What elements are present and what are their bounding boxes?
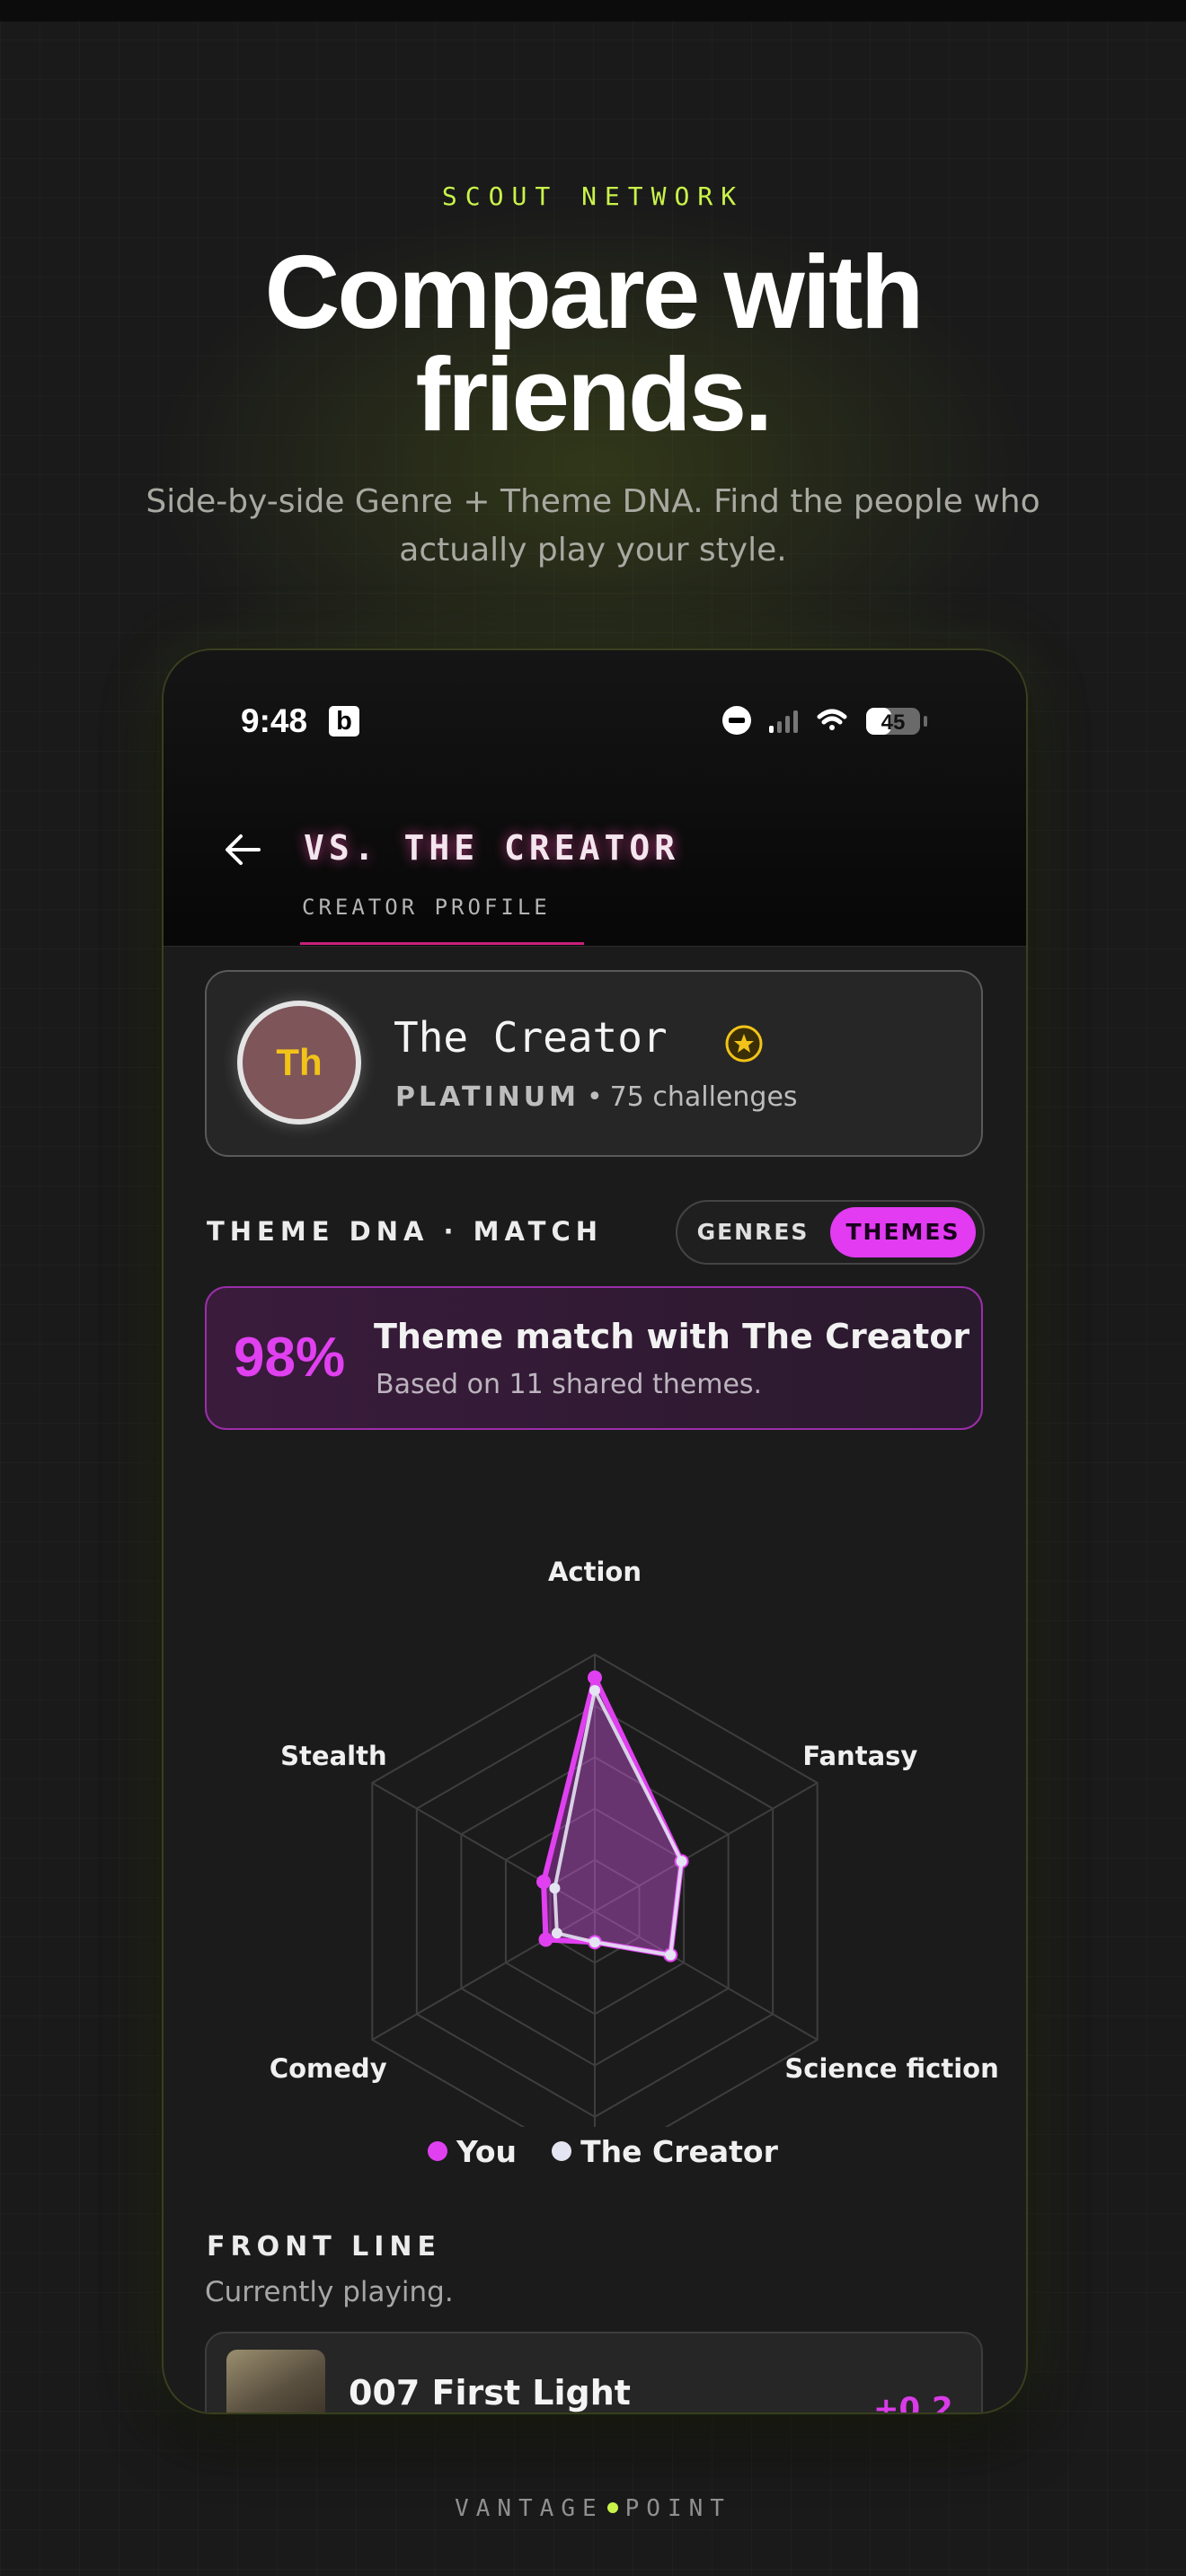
axis-label-science-fiction: Science fiction [784,2053,998,2084]
avatar: Th [237,1001,361,1125]
front-line-label: FRONT LINE [207,2231,441,2263]
brand-word-left: VANTAGE [455,2495,604,2522]
creator-profile-card: Th The Creator PLATINUM • 75 challenges [205,970,983,1157]
axis-label-action: Action [548,1557,642,1587]
promo-headline: Compare with friends. [0,240,1186,446]
data-point-the-creator-comedy [551,1928,562,1939]
data-point-the-creator-action [589,1685,600,1697]
app-header: 9:48 b 45 VS. THE CREATOR CREATOR PROFIL… [164,650,1026,947]
headline-line-1: Compare with [264,234,925,350]
match-subtitle: Based on 11 shared themes. [376,1369,763,1400]
legend-label-you: You [456,2134,518,2169]
match-percent: 98% [234,1327,346,1389]
meta-separator: • [586,1081,603,1113]
status-time: 9:48 [241,702,308,739]
signal-icon [769,710,798,733]
back-arrow-icon[interactable] [219,826,266,873]
chart-legend: You The Creator [428,2134,809,2174]
legend-label-creator: The Creator [580,2134,778,2169]
toggle-themes[interactable]: THEMES [830,1207,976,1257]
tab-creator-profile[interactable]: CREATOR PROFILE [302,895,551,920]
match-summary-card: 98% Theme match with The Creator Based o… [205,1286,983,1430]
active-tab-indicator [300,942,584,945]
header-divider [164,946,1026,947]
brand-dot [606,2502,618,2513]
profile-challenges: 75 challenges [609,1081,798,1113]
legend-item-you: You [428,2134,517,2169]
data-point-the-creator-fantasy [676,1856,687,1867]
theme-dna-label: THEME DNA · MATCH [207,1216,604,1247]
status-app-badge: b [329,706,359,737]
legend-item-creator: The Creator [552,2134,778,2169]
genre-theme-toggle: GENRES THEMES [676,1200,985,1265]
axis-label-fantasy: Fantasy [802,1741,917,1771]
phone-frame: 9:48 b 45 VS. THE CREATOR CREATOR PROFIL… [162,648,1028,2414]
data-point-you-stealth [536,1875,552,1890]
promo-eyebrow: SCOUT NETWORK [441,181,745,211]
brand-word-right: POINT [624,2495,731,2522]
profile-meta: PLATINUM • 75 challenges [395,1081,798,1113]
axis-label-stealth: Stealth [280,1741,386,1771]
legend-swatch-creator [552,2140,572,2161]
profile-name: The Creator [394,1013,668,1062]
data-point-the-creator-stealth [549,1883,561,1894]
do-not-disturb-icon [722,706,751,735]
game-title: 007 First Light [349,2373,631,2413]
data-point-the-creator-horror [589,1936,600,1948]
front-line-subtitle: Currently playing. [205,2276,454,2308]
game-card[interactable]: 007 First Light +0.2 [205,2332,983,2414]
data-point-you-comedy [538,1932,553,1947]
status-icons: 45 [722,706,927,735]
game-cover-image [226,2350,325,2413]
top-edge-bar [0,0,1186,22]
legend-swatch-you [428,2140,447,2161]
brand-footer: VANTAGE POINT [0,2495,1186,2522]
toggle-genres[interactable]: GENRES [683,1207,823,1257]
axis-label-comedy: Comedy [270,2053,387,2084]
profile-tier: PLATINUM [395,1081,580,1113]
screen-title: VS. THE CREATOR [304,828,680,868]
promo-subhead: Side-by-side Genre + Theme DNA. Find the… [146,483,1040,569]
data-point-you-action [588,1670,602,1685]
data-point-the-creator-science-fiction [665,1949,677,1961]
match-title: Theme match with The Creator [374,1317,970,1356]
battery-level: 45 [881,710,906,735]
theme-radar-chart: ActionFantasyScience fictionHorrorComedy… [270,1557,999,2127]
battery-icon: 45 [866,708,927,735]
wifi-icon [817,709,847,730]
game-score-delta: +0.2 [873,2391,953,2414]
headline-line-2: friends. [415,336,774,453]
star-badge-icon [725,1025,763,1063]
